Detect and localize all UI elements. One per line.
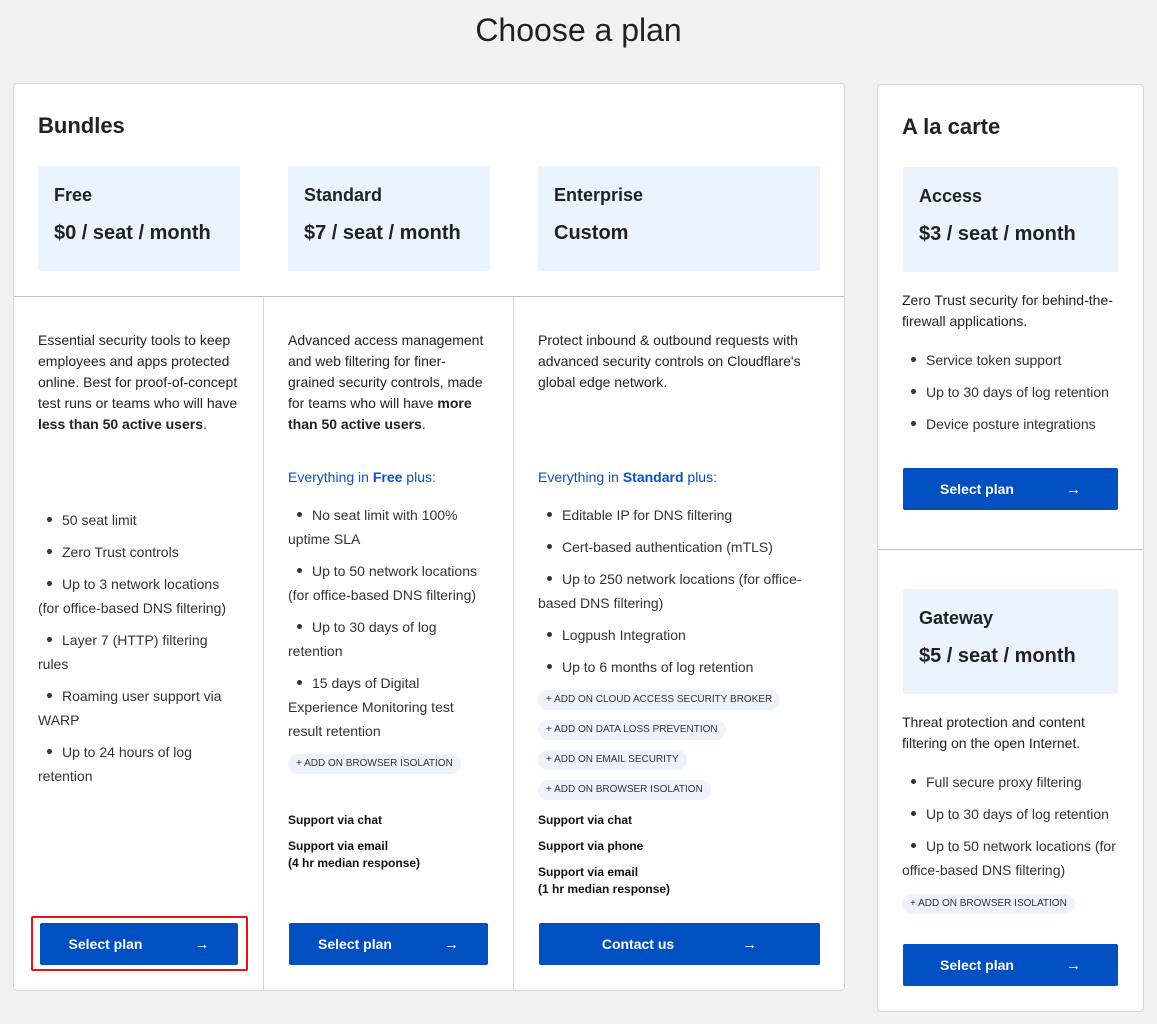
enterprise-tier-name: Enterprise bbox=[554, 185, 644, 205]
contact-us-button[interactable]: Contact us → bbox=[539, 923, 820, 965]
feature-item: Up to 30 days of log retention bbox=[902, 802, 1127, 826]
feature-item: Up to 50 network locations (for office-b… bbox=[288, 563, 477, 603]
feature-item: Full secure proxy filtering bbox=[902, 770, 1127, 794]
feature-item: Roaming user support via WARP bbox=[38, 688, 222, 728]
add-on-browser-isolation[interactable]: + ADD ON BROWSER ISOLATION bbox=[902, 894, 1075, 914]
access-feature-list: Service token support Up to 30 days of l… bbox=[902, 348, 1137, 444]
feature-item: Zero Trust controls bbox=[38, 540, 238, 564]
feature-item: Service token support bbox=[902, 348, 1137, 372]
standard-feature-list: No seat limit with 100% uptime SLA Up to… bbox=[288, 503, 488, 751]
standard-plus-heading: Everything in Free plus: bbox=[288, 469, 436, 485]
feature-item: Logpush Integration bbox=[538, 623, 818, 647]
feature-item: 50 seat limit bbox=[38, 508, 238, 532]
feature-item: Up to 50 network locations (for office-b… bbox=[902, 838, 1116, 878]
button-label: Select plan bbox=[318, 936, 392, 952]
feature-item: Up to 30 days of log retention bbox=[288, 619, 437, 659]
enterprise-feature-list: Editable IP for DNS filtering Cert-based… bbox=[538, 503, 818, 687]
add-on-browser-isolation[interactable]: + ADD ON BROWSER ISOLATION bbox=[288, 754, 461, 774]
add-on-email-security[interactable]: + ADD ON EMAIL SECURITY bbox=[538, 750, 687, 770]
feature-item: Layer 7 (HTTP) filtering rules bbox=[38, 632, 208, 672]
standard-price: $7 / seat / month bbox=[304, 222, 461, 244]
enterprise-plus-heading: Everything in Standard plus: bbox=[538, 469, 717, 485]
button-label: Select plan bbox=[940, 481, 1014, 497]
feature-item: Up to 6 months of log retention bbox=[538, 655, 818, 679]
access-tier-name: Access bbox=[919, 186, 983, 206]
a-la-carte-heading: A la carte bbox=[902, 114, 1001, 139]
feature-item: Editable IP for DNS filtering bbox=[538, 503, 818, 527]
a-la-carte-card: A la carte Access $3 / seat / month Zero… bbox=[877, 84, 1144, 1012]
free-tier-name: Free bbox=[54, 185, 93, 205]
free-price-box: Free $0 / seat / month bbox=[38, 166, 240, 271]
feature-item: Up to 30 days of log retention bbox=[902, 380, 1137, 404]
column-divider bbox=[263, 297, 264, 991]
support-email: Support via email bbox=[288, 839, 389, 853]
add-on-browser-isolation[interactable]: + ADD ON BROWSER ISOLATION bbox=[538, 780, 711, 800]
support-chat: Support via chat bbox=[538, 813, 633, 827]
feature-item: Up to 3 network locations (for office-ba… bbox=[38, 576, 227, 616]
gateway-description: Threat protection and content filtering … bbox=[902, 714, 1085, 751]
standard-select-plan-button[interactable]: Select plan → bbox=[289, 923, 488, 965]
standard-description: Advanced access management and web filte… bbox=[288, 332, 484, 432]
selection-highlight bbox=[31, 916, 248, 971]
support-email-response: (1 hr median response) bbox=[538, 882, 671, 896]
gateway-select-plan-button[interactable]: Select plan → bbox=[903, 944, 1118, 986]
arrow-right-icon: → bbox=[742, 935, 758, 953]
gateway-tier-name: Gateway bbox=[919, 608, 994, 628]
access-price: $3 / seat / month bbox=[919, 223, 1076, 245]
standard-tier-name: Standard bbox=[304, 185, 383, 205]
add-on-dlp[interactable]: + ADD ON DATA LOSS PREVENTION bbox=[538, 720, 726, 740]
feature-item: Up to 24 hours of log retention bbox=[38, 744, 192, 784]
button-label: Select plan bbox=[940, 957, 1014, 973]
button-label: Contact us bbox=[601, 936, 675, 952]
gateway-feature-list: Full secure proxy filtering Up to 30 day… bbox=[902, 770, 1127, 890]
gateway-price: $5 / seat / month bbox=[919, 645, 1076, 667]
free-description: Essential security tools to keep employe… bbox=[38, 332, 238, 432]
enterprise-price-box: Enterprise Custom bbox=[538, 166, 820, 271]
free-feature-list: 50 seat limit Zero Trust controls Up to … bbox=[38, 508, 238, 796]
column-divider bbox=[513, 297, 514, 991]
gateway-price-box: Gateway $5 / seat / month bbox=[903, 589, 1118, 694]
support-phone: Support via phone bbox=[538, 839, 644, 853]
page-title: Choose a plan bbox=[475, 12, 682, 48]
enterprise-price: Custom bbox=[554, 222, 629, 244]
free-price: $0 / seat / month bbox=[54, 222, 211, 244]
feature-item: Device posture integrations bbox=[902, 412, 1137, 436]
arrow-right-icon: → bbox=[1065, 480, 1081, 498]
standard-price-box: Standard $7 / seat / month bbox=[288, 166, 490, 271]
feature-item: No seat limit with 100% uptime SLA bbox=[288, 507, 458, 547]
bundles-heading: Bundles bbox=[38, 113, 125, 138]
bundles-divider bbox=[14, 296, 844, 297]
bundles-card: Bundles Free $0 / seat / month Standard … bbox=[13, 83, 845, 991]
arrow-right-icon: → bbox=[1065, 956, 1081, 974]
feature-item: 15 days of Digital Experience Monitoring… bbox=[288, 675, 454, 739]
add-on-casb[interactable]: + ADD ON CLOUD ACCESS SECURITY BROKER bbox=[538, 690, 781, 710]
access-price-box: Access $3 / seat / month bbox=[903, 167, 1118, 272]
access-description: Zero Trust security for behind-the-firew… bbox=[902, 292, 1113, 329]
enterprise-description: Protect inbound & outbound requests with… bbox=[538, 332, 801, 390]
arrow-right-icon: → bbox=[443, 935, 459, 953]
support-chat: Support via chat bbox=[288, 813, 383, 827]
access-select-plan-button[interactable]: Select plan → bbox=[903, 468, 1118, 510]
support-email: Support via email bbox=[538, 865, 639, 879]
feature-item: Up to 250 network locations (for office-… bbox=[538, 571, 802, 611]
support-email-response: (4 hr median response) bbox=[288, 856, 421, 870]
feature-item: Cert-based authentication (mTLS) bbox=[538, 535, 818, 559]
carte-divider bbox=[878, 549, 1143, 550]
